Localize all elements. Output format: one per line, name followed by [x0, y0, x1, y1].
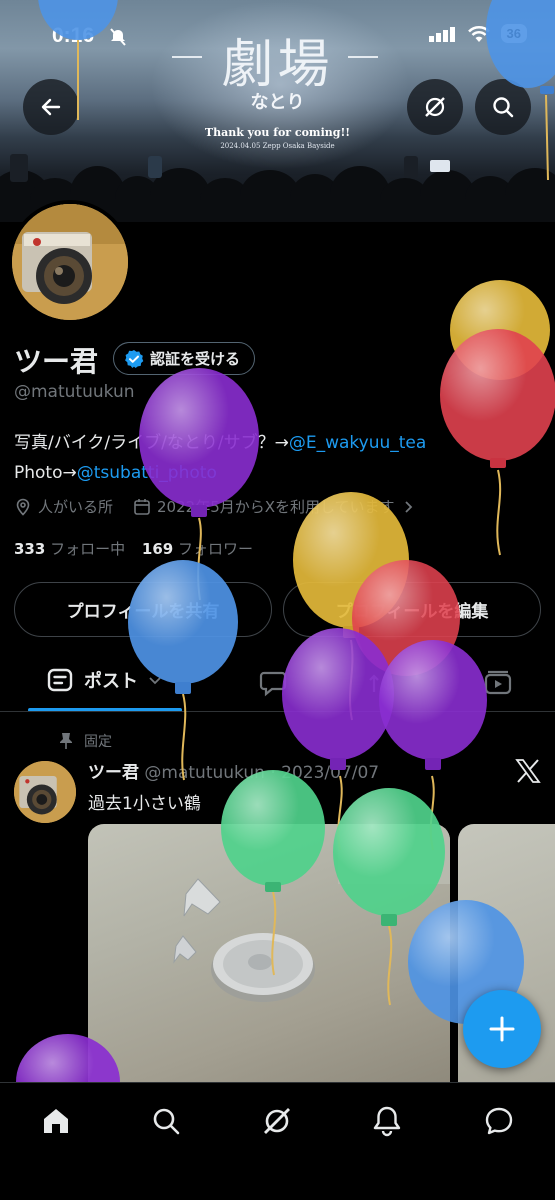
- search-button[interactable]: [475, 79, 531, 135]
- location-icon: [16, 498, 30, 516]
- banner-subtitle: なとり: [250, 92, 305, 113]
- nav-home[interactable]: [36, 1101, 76, 1141]
- banner-thanks: Thank you for coming!!: [204, 126, 351, 139]
- get-verified-label: 認証を受ける: [150, 350, 241, 368]
- bottom-navigation: [0, 1082, 555, 1200]
- explore-icon: [153, 1108, 180, 1135]
- verified-badge-icon: [125, 349, 144, 368]
- x-logo-icon: [515, 759, 541, 783]
- follow-counts: 333 フォロー中 169 フォロワー: [14, 538, 253, 559]
- compose-button[interactable]: [463, 990, 541, 1068]
- post-text: 過去1小さい鶴: [88, 794, 201, 814]
- profile-location: 人がいる所: [38, 498, 114, 516]
- reply-tab-icon[interactable]: [258, 668, 288, 698]
- profile-avatar[interactable]: [8, 200, 132, 324]
- cellular-icon: [428, 26, 455, 42]
- following-count: 333: [14, 540, 46, 558]
- profile-handle: @matutuukun: [14, 382, 135, 402]
- post-date: 2023/07/07: [281, 763, 380, 783]
- balloon-yellow-right: [450, 280, 550, 380]
- bio-link-photo-account[interactable]: @tsubatti_photo: [77, 463, 217, 483]
- camera-photo: [12, 204, 128, 320]
- media-tab-icon[interactable]: [483, 668, 513, 698]
- silent-bell-icon: [110, 28, 126, 46]
- bio-link-sub-account[interactable]: @E_wakyuu_tea: [289, 433, 426, 453]
- post-author-handle: @matutuukun: [144, 763, 265, 783]
- calendar-icon: [134, 498, 150, 515]
- chevron-right-icon[interactable]: [401, 500, 415, 514]
- home-icon: [44, 1109, 68, 1133]
- banner-date: 2024.04.05 Zepp Osaka Bayside: [220, 142, 335, 150]
- messages-icon: [485, 1107, 513, 1135]
- grok-icon: [425, 97, 445, 117]
- grok-button[interactable]: [407, 79, 463, 135]
- nav-grok[interactable]: [257, 1101, 297, 1141]
- profile-name: ツー君: [14, 345, 99, 378]
- post-author-avatar[interactable]: [14, 761, 76, 823]
- pinned-label: 固定: [58, 731, 112, 751]
- profile-tabs: ポスト: [0, 652, 555, 712]
- tabs-divider: [0, 711, 555, 712]
- camera-photo-small: [14, 761, 76, 823]
- followers-link[interactable]: 169 フォロワー: [142, 540, 253, 558]
- bio-text: 写真/バイク/ライブ/なとり/サブ？→: [14, 433, 289, 453]
- battery-indicator: 36: [500, 24, 527, 43]
- status-icons: 36: [428, 24, 527, 43]
- bio-text-photo: Photo→: [14, 463, 77, 483]
- pin-icon: [60, 733, 72, 749]
- bio-line-1: 写真/バイク/ライブ/なとり/サブ？→@E_wakyuu_tea: [14, 428, 554, 458]
- back-arrow-icon: [41, 98, 61, 116]
- wifi-icon: [467, 25, 490, 42]
- get-verified-button[interactable]: 認証を受ける: [113, 342, 256, 375]
- post-header: ツー君 @matutuukun · 2023/07/07: [88, 763, 380, 783]
- post-author-name[interactable]: ツー君: [88, 763, 139, 783]
- followers-count: 169: [141, 540, 174, 558]
- grok-icon: [264, 1108, 290, 1134]
- share-profile-button[interactable]: プロフィールを共有: [14, 582, 272, 637]
- chevron-down-icon: [149, 677, 161, 685]
- nav-notifications[interactable]: [367, 1101, 407, 1141]
- back-button[interactable]: [23, 79, 79, 135]
- pinned-text: 固定: [84, 734, 112, 750]
- compose-plus-icon: [489, 1016, 515, 1042]
- post-tab-icon: [47, 668, 73, 692]
- nav-messages[interactable]: [479, 1101, 519, 1141]
- profile-meta: 人がいる所 2022年5月からXを利用しています: [14, 496, 415, 517]
- paper-crane-photo: [173, 824, 450, 1002]
- tab-posts-label: ポスト: [84, 671, 138, 692]
- bio-line-2: Photo→@tsubatti_photo: [14, 458, 554, 488]
- notifications-icon: [373, 1106, 401, 1137]
- followers-label: フォロワー: [177, 540, 253, 558]
- status-time: 0:16: [52, 24, 95, 47]
- repost-tab-icon[interactable]: [366, 668, 396, 698]
- following-link[interactable]: 333 フォロー中: [14, 540, 125, 558]
- nav-explore[interactable]: [146, 1101, 186, 1141]
- profile-bio: 写真/バイク/ライブ/なとり/サブ？→@E_wakyuu_tea Photo→@…: [14, 428, 554, 488]
- tab-posts[interactable]: ポスト: [46, 666, 162, 694]
- post-photo-1[interactable]: [88, 824, 450, 1082]
- edit-profile-button[interactable]: プロフィールを編集: [283, 582, 541, 637]
- following-label: フォロー中: [50, 540, 126, 558]
- search-icon: [493, 97, 514, 118]
- profile-joined: 2022年5月からXを利用しています: [157, 498, 395, 516]
